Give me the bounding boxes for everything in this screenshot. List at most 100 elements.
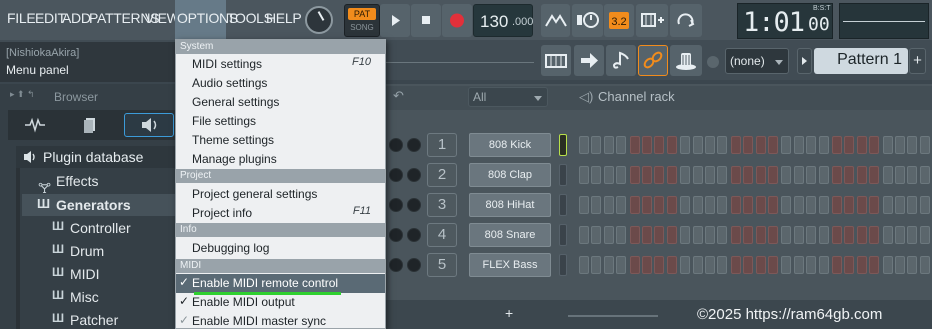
add-pattern-button[interactable]: + <box>909 48 926 74</box>
step-button[interactable] <box>781 256 792 274</box>
step-button[interactable] <box>654 136 665 154</box>
step-button[interactable] <box>793 256 804 274</box>
channel-pan-knob[interactable] <box>389 198 403 212</box>
step-button[interactable] <box>818 226 829 244</box>
step-button[interactable] <box>781 226 792 244</box>
menu-options[interactable]: OPTIONS <box>175 0 238 40</box>
menu-enable-midi-output[interactable]: Enable MIDI output <box>192 294 295 310</box>
step-button[interactable] <box>895 166 905 184</box>
step-button[interactable] <box>666 166 677 184</box>
link-button[interactable] <box>638 45 668 76</box>
step-button[interactable] <box>692 166 703 184</box>
step-button[interactable] <box>781 196 792 214</box>
step-button[interactable] <box>907 196 918 214</box>
step-button[interactable] <box>818 256 829 274</box>
tab-files[interactable] <box>72 114 108 136</box>
channel-pan-knob[interactable] <box>389 168 403 182</box>
step-button[interactable] <box>806 196 817 214</box>
menu-project-general-settings[interactable]: Project general settings <box>192 186 317 202</box>
step-button[interactable] <box>629 226 640 244</box>
step-button[interactable] <box>768 136 778 154</box>
step-button[interactable] <box>591 256 602 274</box>
channel-volume-knob[interactable] <box>407 198 421 212</box>
step-button[interactable] <box>579 226 589 244</box>
step-button[interactable] <box>755 166 766 184</box>
step-button[interactable] <box>856 226 867 244</box>
channel-number[interactable]: 1 <box>427 133 457 157</box>
step-button[interactable] <box>680 196 691 214</box>
step-button[interactable] <box>869 226 880 244</box>
step-button[interactable] <box>654 166 665 184</box>
menu-debugging-log[interactable]: Debugging log <box>192 240 269 256</box>
channel-select-indicator[interactable] <box>559 224 567 246</box>
step-button[interactable] <box>781 136 792 154</box>
step-button[interactable] <box>717 166 728 184</box>
channel-select-indicator[interactable] <box>559 164 567 186</box>
step-button[interactable] <box>919 136 930 154</box>
step-button[interactable] <box>692 196 703 214</box>
channel-select-indicator[interactable] <box>559 134 567 156</box>
step-button[interactable] <box>882 136 893 154</box>
menu-enable-midi-master-sync[interactable]: Enable MIDI master sync <box>192 313 326 329</box>
tree-item-misc[interactable]: Misc <box>70 289 99 305</box>
step-button[interactable] <box>743 166 754 184</box>
tab-all[interactable] <box>17 114 53 136</box>
step-edit-button[interactable] <box>636 4 668 37</box>
step-button[interactable] <box>781 166 792 184</box>
browser-arrows-icon[interactable]: ▸ ⬆ ↰ <box>10 89 35 100</box>
channel-volume-knob[interactable] <box>407 138 421 152</box>
step-button[interactable] <box>856 256 867 274</box>
step-button[interactable] <box>806 166 817 184</box>
loop-record-button[interactable] <box>670 4 702 37</box>
step-button[interactable] <box>895 226 905 244</box>
step-button[interactable] <box>907 166 918 184</box>
step-button[interactable] <box>642 196 652 214</box>
step-button[interactable] <box>666 196 677 214</box>
step-button[interactable] <box>591 166 602 184</box>
step-button[interactable] <box>717 256 728 274</box>
step-button[interactable] <box>730 196 741 214</box>
step-button[interactable] <box>616 196 627 214</box>
step-button[interactable] <box>882 226 893 244</box>
step-button[interactable] <box>629 256 640 274</box>
channel-name-button[interactable]: 808 Clap <box>469 163 551 187</box>
step-button[interactable] <box>692 226 703 244</box>
step-button[interactable] <box>705 196 715 214</box>
step-button[interactable] <box>579 256 589 274</box>
channel-number[interactable]: 5 <box>427 253 457 277</box>
step-button[interactable] <box>895 196 905 214</box>
channel-number[interactable]: 3 <box>427 193 457 217</box>
step-button[interactable] <box>793 226 804 244</box>
step-button[interactable] <box>806 226 817 244</box>
step-button[interactable] <box>730 136 741 154</box>
step-button[interactable] <box>680 256 691 274</box>
pattern-selector[interactable]: (none) <box>725 48 789 74</box>
step-button[interactable] <box>832 196 842 214</box>
pattern-name[interactable]: Pattern 1 <box>814 48 908 74</box>
step-button[interactable] <box>806 256 817 274</box>
step-button[interactable] <box>654 196 665 214</box>
undo-icon[interactable]: ↶ <box>393 88 404 104</box>
wait-input-button[interactable] <box>572 4 603 37</box>
step-button[interactable] <box>603 256 614 274</box>
tempo-display[interactable]: 130 .000 <box>473 4 533 37</box>
channel-name-button[interactable]: 808 Snare <box>469 223 551 247</box>
step-button[interactable] <box>666 226 677 244</box>
countdown-button[interactable]: 3.2 <box>604 4 634 37</box>
step-button[interactable] <box>629 166 640 184</box>
channel-pan-knob[interactable] <box>389 258 403 272</box>
step-button[interactable] <box>806 136 817 154</box>
step-button[interactable] <box>743 196 754 214</box>
channel-name-button[interactable]: FLEX Bass <box>469 253 551 277</box>
step-button[interactable] <box>768 196 778 214</box>
step-button[interactable] <box>730 226 741 244</box>
step-button[interactable] <box>730 256 741 274</box>
step-button[interactable] <box>654 256 665 274</box>
step-button[interactable] <box>844 166 855 184</box>
step-button[interactable] <box>869 166 880 184</box>
step-button[interactable] <box>844 136 855 154</box>
step-button[interactable] <box>844 256 855 274</box>
time-display[interactable]: 1:01 00 B:S:T <box>737 3 833 39</box>
step-button[interactable] <box>705 226 715 244</box>
step-button[interactable] <box>768 166 778 184</box>
